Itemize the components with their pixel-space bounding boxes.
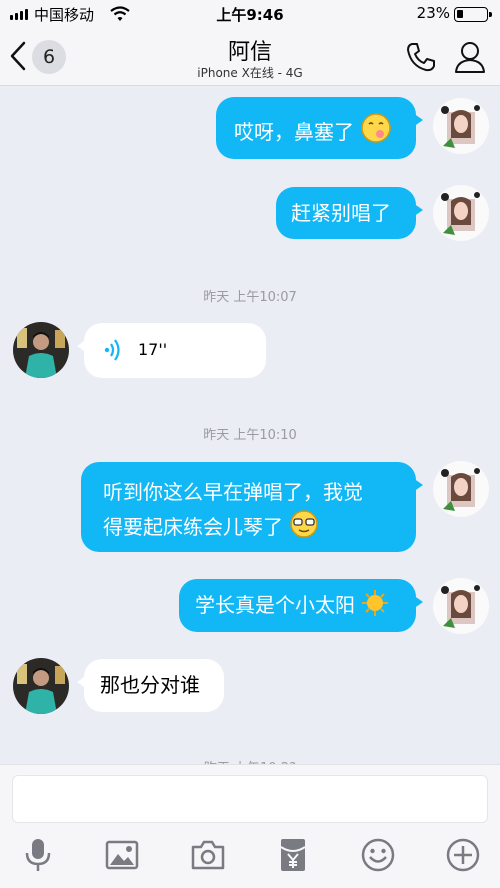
my-avatar[interactable] — [433, 98, 489, 154]
battery-icon — [454, 7, 492, 22]
sick-face-emoji — [361, 113, 392, 143]
message-bubble-outgoing[interactable]: 赶紧别唱了 — [276, 187, 423, 239]
contact-avatar[interactable] — [13, 322, 69, 378]
my-avatar[interactable] — [433, 578, 489, 634]
message-timestamp: 昨天 上午10:10 — [203, 428, 297, 443]
my-avatar[interactable] — [433, 185, 489, 241]
message-timestamp: 昨天 上午10:07 — [203, 290, 297, 305]
message-bubble-outgoing[interactable]: 学长真是个小太阳 — [179, 579, 423, 632]
my-avatar[interactable] — [433, 461, 489, 517]
image-icon[interactable] — [104, 837, 140, 873]
chat-header: 6 阿信 iPhone X在线 - 4G — [0, 28, 500, 86]
profile-icon[interactable] — [454, 40, 486, 74]
contact-avatar[interactable] — [13, 658, 69, 714]
input-bar — [0, 764, 500, 888]
emoji-icon[interactable] — [360, 837, 396, 873]
voice-waves-icon — [104, 339, 120, 361]
voice-duration: 17'' — [138, 340, 168, 359]
message-bubble-outgoing[interactable]: 哎呀，鼻塞了 — [216, 97, 423, 159]
message-text-line: 听到你这么早在弹唱了，我觉 — [103, 480, 363, 504]
message-text-line: 得要起床练会儿琴了 — [103, 515, 283, 539]
voice-message-bubble[interactable]: 17'' — [77, 323, 266, 378]
battery-percent: 23% — [416, 4, 450, 22]
phone-call-icon[interactable] — [404, 40, 438, 74]
sun-emoji — [362, 590, 389, 616]
microphone-icon[interactable] — [20, 837, 56, 873]
message-bubble-outgoing[interactable]: 听到你这么早在弹唱了，我觉 得要起床练会儿琴了 — [81, 462, 423, 552]
red-packet-icon[interactable] — [275, 837, 311, 873]
message-input[interactable] — [12, 775, 488, 823]
message-bubble-incoming[interactable]: 那也分对谁 — [77, 659, 224, 712]
message-text: 那也分对谁 — [100, 673, 200, 697]
message-text: 学长真是个小太阳 — [195, 593, 355, 617]
message-text: 哎呀，鼻塞了 — [234, 120, 354, 144]
camera-icon[interactable] — [190, 837, 226, 873]
glasses-face-emoji — [290, 510, 319, 538]
plus-icon[interactable] — [445, 837, 481, 873]
status-bar: 中国移动 上午9:46 23% — [0, 0, 500, 28]
message-text: 赶紧别唱了 — [291, 201, 391, 225]
